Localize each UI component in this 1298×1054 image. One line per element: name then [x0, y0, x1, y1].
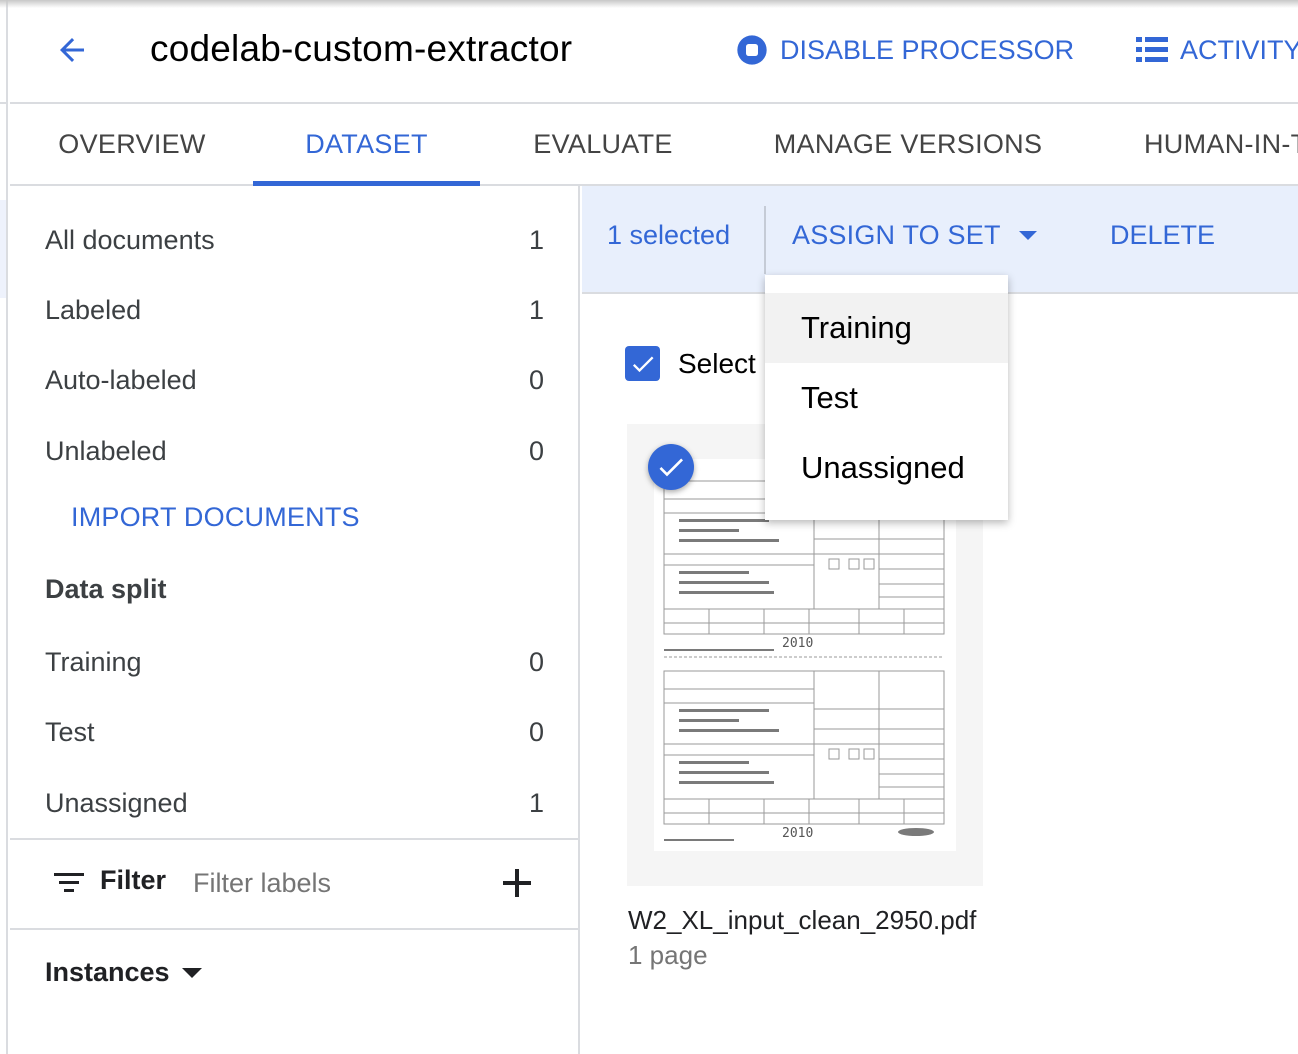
select-all-checkbox[interactable]: Select [625, 346, 756, 381]
top-shadow [0, 0, 1298, 8]
page-header: codelab-custom-extractor DISABLE PROCESS… [10, 0, 1298, 104]
gutter-divider [0, 102, 8, 104]
import-documents-button[interactable]: IMPORT DOCUMENTS [71, 502, 360, 533]
page-title: codelab-custom-extractor [150, 28, 573, 69]
stop-circle-icon [736, 34, 768, 66]
gutter-highlight [0, 200, 6, 298]
sidebar-item-unlabeled[interactable]: Unlabeled 0 [10, 421, 578, 481]
menu-item-training[interactable]: Training [765, 293, 1008, 363]
activity-button[interactable]: ACTIVITY [1136, 30, 1298, 70]
document-name[interactable]: W2_XL_input_clean_2950.pdf [628, 905, 976, 936]
menu-item-test[interactable]: Test [765, 363, 1008, 433]
tab-overview[interactable]: OVERVIEW [40, 104, 224, 184]
sidebar-item-all-documents[interactable]: All documents 1 [10, 210, 578, 270]
check-icon [632, 356, 653, 372]
filter-label: Filter [100, 865, 167, 895]
menu-item-unassigned[interactable]: Unassigned [765, 433, 1008, 503]
check-icon [659, 458, 683, 477]
filter-labels-input[interactable] [193, 859, 453, 907]
checkbox-checked[interactable] [625, 346, 660, 381]
document-page-count: 1 page [628, 940, 708, 970]
plus-icon[interactable] [500, 866, 534, 900]
data-split-heading: Data split [45, 574, 167, 604]
tab-dataset[interactable]: DATASET [253, 104, 480, 186]
tab-label: HUMAN-IN-T [1144, 128, 1298, 159]
sidebar-item-unassigned[interactable]: Unassigned 1 [10, 773, 578, 833]
sidebar-item-label: Training [45, 646, 142, 677]
sidebar-item-test[interactable]: Test 0 [10, 702, 578, 762]
tab-evaluate[interactable]: EVALUATE [515, 104, 691, 184]
sidebar-item-count: 0 [528, 364, 544, 395]
left-nav-gutter [0, 0, 8, 1054]
sidebar-item-label: All documents [45, 224, 215, 255]
selected-count: 1 selected [607, 220, 731, 250]
sidebar-item-label: Labeled [45, 294, 142, 325]
sidebar-item-count: 1 [528, 224, 544, 255]
caret-down-icon [181, 967, 202, 978]
sidebar-item-count: 0 [528, 646, 544, 677]
sidebar-item-label: Auto-labeled [45, 364, 197, 395]
svg-text:2010: 2010 [782, 826, 813, 841]
sidebar-item-auto-labeled[interactable]: Auto-labeled 0 [10, 350, 578, 410]
sidebar-item-count: 0 [528, 716, 544, 747]
arrow-left-icon [60, 38, 84, 62]
sidebar-divider [10, 838, 578, 840]
sidebar-item-label: Unlabeled [45, 435, 167, 466]
sidebar-item-label: Unassigned [45, 787, 188, 818]
tab-human-in-the-loop[interactable]: HUMAN-IN-T [1144, 104, 1298, 184]
tab-label: DATASET [305, 128, 428, 159]
document-selected-check[interactable] [648, 444, 694, 490]
instances-label: Instances [45, 957, 170, 987]
tab-label: OVERVIEW [58, 128, 206, 159]
caret-down-icon [1018, 231, 1037, 240]
dataset-sidebar: All documents 1 Labeled 1 Auto-labeled 0… [10, 186, 580, 1054]
label-filter-row: Filter [10, 841, 578, 927]
assign-to-set-label: ASSIGN TO SET [792, 220, 1001, 250]
instances-dropdown[interactable]: Instances [45, 957, 202, 988]
sidebar-item-count: 1 [528, 787, 544, 818]
sidebar-item-count: 1 [528, 294, 544, 325]
svg-text:2010: 2010 [782, 636, 813, 651]
assign-to-set-menu: Training Test Unassigned [765, 275, 1008, 520]
list-icon [1136, 36, 1168, 64]
sidebar-item-training[interactable]: Training 0 [10, 632, 578, 692]
activity-label: ACTIVITY [1180, 34, 1298, 65]
filter-list-icon[interactable] [54, 871, 84, 895]
action-bar-divider [764, 206, 766, 274]
back-button[interactable] [52, 30, 92, 70]
tab-label: MANAGE VERSIONS [773, 128, 1043, 159]
disable-processor-button[interactable]: DISABLE PROCESSOR [736, 30, 1074, 70]
tab-manage-versions[interactable]: MANAGE VERSIONS [762, 104, 1054, 184]
sidebar-item-count: 0 [528, 435, 544, 466]
tab-label: EVALUATE [533, 128, 673, 159]
assign-to-set-button[interactable]: ASSIGN TO SET [792, 220, 1037, 251]
sidebar-divider [10, 928, 578, 930]
sidebar-item-labeled[interactable]: Labeled 1 [10, 280, 578, 340]
delete-button[interactable]: DELETE [1110, 220, 1215, 251]
sidebar-item-label: Test [45, 716, 95, 747]
select-all-label: Select [678, 347, 756, 379]
tab-bar: OVERVIEW DATASET EVALUATE MANAGE VERSION… [10, 104, 1298, 186]
disable-processor-label: DISABLE PROCESSOR [780, 34, 1075, 65]
